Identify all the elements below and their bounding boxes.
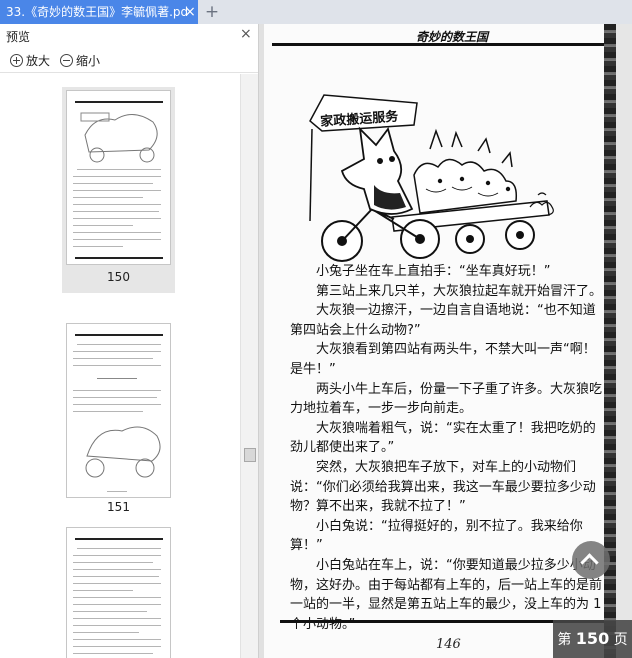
sidebar-header: 预览 × <box>0 24 258 48</box>
document-page: 奇妙的数王国 家政搬运服务 小兔子坐在车上直拍手：“坐车真好玩！” 第三站上来几… <box>264 24 610 658</box>
page-indicator-current: 150 <box>575 629 610 648</box>
zoom-in-label: 放大 <box>26 54 51 68</box>
thumbnail-item[interactable]: 150 <box>62 87 175 293</box>
printed-page-number: 146 <box>436 637 461 652</box>
preview-sidebar: 预览 × 放大 缩小 150 151 <box>0 24 258 658</box>
page-indicator-suffix: 页 <box>613 632 628 648</box>
thumbnail-page-number: 150 <box>107 270 130 284</box>
sidebar-title: 预览 <box>6 30 31 44</box>
paragraph: 小白兔说：“拉得挺好的，别不拉了。我来给你算！” <box>290 518 583 554</box>
zoom-out-button[interactable]: 缩小 <box>60 52 100 70</box>
zoom-out-label: 缩小 <box>76 54 101 68</box>
paragraph: 大灰狼一边擦汗，一边自言自语地说：“也不知道第四站会上什么动物?” <box>290 303 596 338</box>
thumbnail-list: 150 151 <box>0 74 240 658</box>
page-indicator: 第 150 页 <box>553 620 632 658</box>
paragraph: 大灰狼喘着粗气，说：“实在太重了！我把吃奶的劲儿都使出来了。” <box>290 420 596 456</box>
page-body-text: 小兔子坐在车上直拍手：“坐车真好玩！” 第三站上来几只羊，大灰狼拉起车就开始冒汗… <box>290 262 602 634</box>
tab-bar: 33.《奇妙的数王国》李毓佩著.pd × + <box>0 0 632 24</box>
zoom-out-icon <box>60 54 73 67</box>
thumbnail-page-image <box>66 90 171 265</box>
paragraph: 第三站上来几只羊，大灰狼拉起车就开始冒汗了。 <box>316 283 603 299</box>
thumbnail-page-image <box>66 323 171 498</box>
page-indicator-prefix: 第 <box>557 632 572 648</box>
sidebar-scroll-thumb[interactable] <box>244 448 256 462</box>
viewer-background <box>616 24 632 658</box>
new-tab-button[interactable]: + <box>203 0 221 24</box>
thumbnail-item[interactable] <box>62 524 175 658</box>
paragraph: 突然，大灰狼把车子放下，对车上的小动物们说：“你们必须给我算出来，我这一车最少要… <box>290 459 596 515</box>
paragraph: 大灰狼看到第四站有两头牛，不禁大叫一声“啊！是牛！” <box>290 342 596 377</box>
arrow-up-icon <box>580 553 599 572</box>
thumbnail-page-number: 151 <box>107 500 130 514</box>
document-tab-title: 33.《奇妙的数王国》李毓佩著.pd <box>6 5 189 19</box>
document-tab[interactable]: 33.《奇妙的数王国》李毓佩著.pd <box>0 0 198 24</box>
pdf-reader-window: 33.《奇妙的数王国》李毓佩著.pd × + 预览 × 放大 缩小 150 15… <box>0 0 632 658</box>
thumbnail-illustration <box>80 112 158 163</box>
thumbnail-page-image <box>66 527 171 658</box>
zoom-in-button[interactable]: 放大 <box>10 52 50 70</box>
zoom-in-icon <box>10 54 23 67</box>
sidebar-scrollbar[interactable] <box>240 74 258 658</box>
close-tab-icon[interactable]: × <box>183 0 197 24</box>
header-rule <box>272 43 610 46</box>
sidebar-divider <box>0 72 258 73</box>
zoom-toolbar: 放大 缩小 <box>0 50 258 74</box>
thumbnail-illustration <box>85 426 161 478</box>
paragraph: 两头小牛上车后，份量一下子重了许多。大灰狼吃力地拉着车，一步一步向前走。 <box>290 381 603 417</box>
thumbnail-item[interactable]: 151 <box>62 320 175 520</box>
wolf-cart-illustration: 家政搬运服务 <box>309 94 554 262</box>
sidebar-close-icon[interactable]: × <box>240 26 252 42</box>
paragraph: 小兔子坐在车上直拍手：“坐车真好玩！” <box>316 264 551 279</box>
back-to-top-button[interactable] <box>572 541 610 579</box>
